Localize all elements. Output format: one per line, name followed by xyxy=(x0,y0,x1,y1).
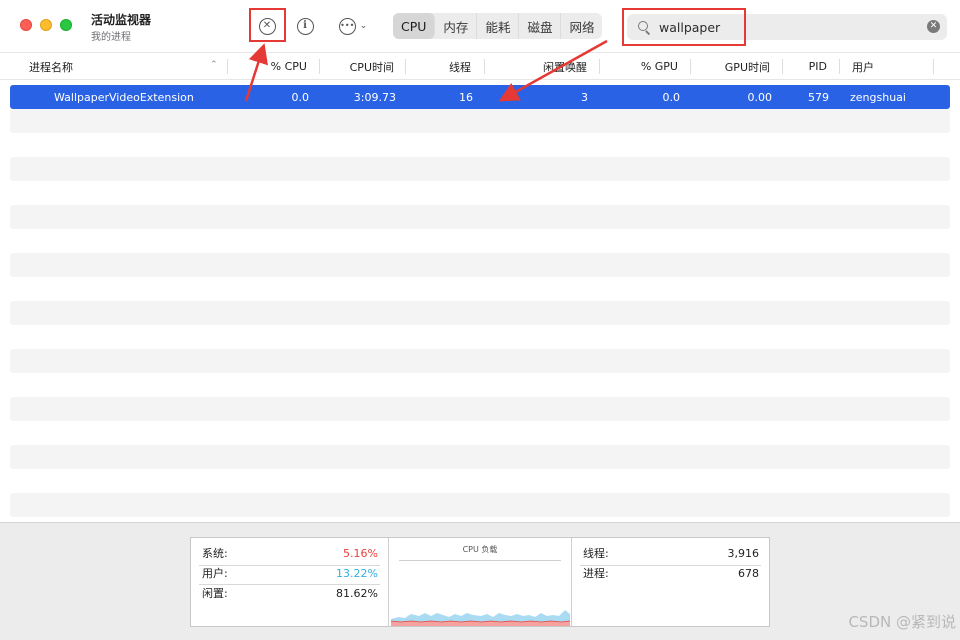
more-options-button[interactable]: ••• ⌄ xyxy=(333,14,373,38)
clear-search-icon[interactable]: ✕ xyxy=(927,20,940,33)
column-header-user[interactable]: 用户 xyxy=(852,53,922,80)
process-count-panel: 线程: 3,916 进程: 678 xyxy=(572,538,769,626)
empty-row xyxy=(10,349,950,373)
info-button[interactable]: i xyxy=(293,14,317,38)
column-separator xyxy=(405,59,406,74)
tab-network[interactable]: 网络 xyxy=(561,13,602,39)
column-header-threads[interactable]: 线程 xyxy=(408,53,471,80)
column-header-gpu[interactable]: % GPU xyxy=(603,53,678,80)
empty-row xyxy=(10,157,950,181)
processes-label: 进程: xyxy=(583,567,609,580)
app-title: 活动监视器 xyxy=(91,13,152,27)
cpu-cell: 0.0 xyxy=(291,90,310,104)
column-header-idle-wakeups[interactable]: 闲置唤醒 xyxy=(488,53,587,80)
processes-stat: 进程: 678 xyxy=(583,563,759,583)
empty-row xyxy=(10,229,950,253)
threads-value: 3,916 xyxy=(727,546,760,560)
idle-stat: 闲置: 81.62% xyxy=(202,583,378,603)
idle-wakeups-cell: 3 xyxy=(581,90,588,104)
watermark: CSDN @紧到说 xyxy=(848,613,956,631)
system-stat: 系统: 5.16% xyxy=(202,543,378,563)
column-separator xyxy=(484,59,485,74)
close-window-button[interactable] xyxy=(20,19,32,31)
pid-cell: 579 xyxy=(808,90,829,104)
activity-monitor-window: 活动监视器 我的进程 ✕ i ••• ⌄ CPU 内存 能耗 磁盘 网络 wal… xyxy=(0,0,960,640)
tab-disk[interactable]: 磁盘 xyxy=(519,13,562,39)
info-icon: i xyxy=(296,17,314,35)
search-highlight xyxy=(622,8,746,46)
column-separator xyxy=(599,59,600,74)
stats-area: 系统: 5.16% 用户: 13.22% 闲置: 81.62% CPU 负载 线… xyxy=(0,522,960,640)
empty-row xyxy=(10,181,950,205)
process-list: WallpaperVideoExtension 0.0 3:09.73 16 3… xyxy=(10,85,950,541)
empty-row xyxy=(10,301,950,325)
minimize-window-button[interactable] xyxy=(40,19,52,31)
system-value: 5.16% xyxy=(343,546,378,560)
column-separator xyxy=(319,59,320,74)
cpu-time-cell: 3:09.73 xyxy=(353,90,396,104)
column-header-cpu[interactable]: % CPU xyxy=(232,53,307,80)
column-header-process-name[interactable]: 进程名称 xyxy=(29,53,149,80)
threads-cell: 16 xyxy=(459,90,473,104)
divider xyxy=(399,560,561,561)
more-options-icon: ••• xyxy=(338,17,356,35)
column-header-pid[interactable]: PID xyxy=(786,53,827,80)
threads-label: 线程: xyxy=(583,547,609,560)
processes-value: 678 xyxy=(738,566,759,580)
empty-row xyxy=(10,205,950,229)
empty-row xyxy=(10,253,950,277)
empty-row xyxy=(10,445,950,469)
app-subtitle: 我的进程 xyxy=(91,32,131,43)
column-separator xyxy=(227,59,228,74)
threads-stat: 线程: 3,916 xyxy=(583,543,759,563)
empty-row xyxy=(10,133,950,157)
empty-row xyxy=(10,325,950,349)
table-row[interactable]: WallpaperVideoExtension 0.0 3:09.73 16 3… xyxy=(10,85,950,109)
cpu-usage-panel: 系统: 5.16% 用户: 13.22% 闲置: 81.62% xyxy=(191,538,389,626)
user-value: 13.22% xyxy=(336,566,378,580)
idle-label: 闲置: xyxy=(202,587,228,600)
empty-row xyxy=(10,493,950,517)
empty-row xyxy=(10,469,950,493)
empty-row xyxy=(10,421,950,445)
cpu-load-title: CPU 负载 xyxy=(462,545,498,554)
tab-energy[interactable]: 能耗 xyxy=(477,13,520,39)
stop-button-highlight xyxy=(249,8,286,42)
tab-memory[interactable]: 内存 xyxy=(435,13,478,39)
empty-row xyxy=(10,277,950,301)
empty-row xyxy=(10,397,950,421)
column-separator xyxy=(690,59,691,74)
chevron-down-icon: ⌄ xyxy=(359,21,368,31)
cpu-load-graph xyxy=(391,610,570,626)
column-separator xyxy=(782,59,783,74)
user-stat: 用户: 13.22% xyxy=(202,563,378,583)
idle-value: 81.62% xyxy=(336,586,378,600)
zoom-window-button[interactable] xyxy=(60,19,72,31)
empty-row xyxy=(10,109,950,133)
cpu-load-panel: CPU 负载 xyxy=(389,538,572,626)
column-header-gpu-time[interactable]: GPU时间 xyxy=(693,53,770,80)
toolbar: 活动监视器 我的进程 ✕ i ••• ⌄ CPU 内存 能耗 磁盘 网络 wal… xyxy=(0,0,960,52)
cpu-stats-panel: 系统: 5.16% 用户: 13.22% 闲置: 81.62% CPU 负载 线… xyxy=(190,537,770,627)
tab-cpu[interactable]: CPU xyxy=(393,13,436,39)
gpu-cell: 0.0 xyxy=(662,90,681,104)
process-name-cell: WallpaperVideoExtension xyxy=(54,90,194,104)
user-label: 用户: xyxy=(202,567,228,580)
gpu-time-cell: 0.00 xyxy=(747,90,773,104)
column-separator xyxy=(839,59,840,74)
table-header: 进程名称 ⌃ % CPU CPU时间 线程 闲置唤醒 % GPU GPU时间 P… xyxy=(0,52,960,80)
column-header-cpu-time[interactable]: CPU时间 xyxy=(322,53,394,80)
sort-ascending-icon[interactable]: ⌃ xyxy=(210,60,218,70)
category-tabs: CPU 内存 能耗 磁盘 网络 xyxy=(393,13,603,39)
user-cell: zengshuai xyxy=(850,90,906,104)
system-label: 系统: xyxy=(202,547,228,560)
empty-row xyxy=(10,373,950,397)
column-separator xyxy=(933,59,934,74)
